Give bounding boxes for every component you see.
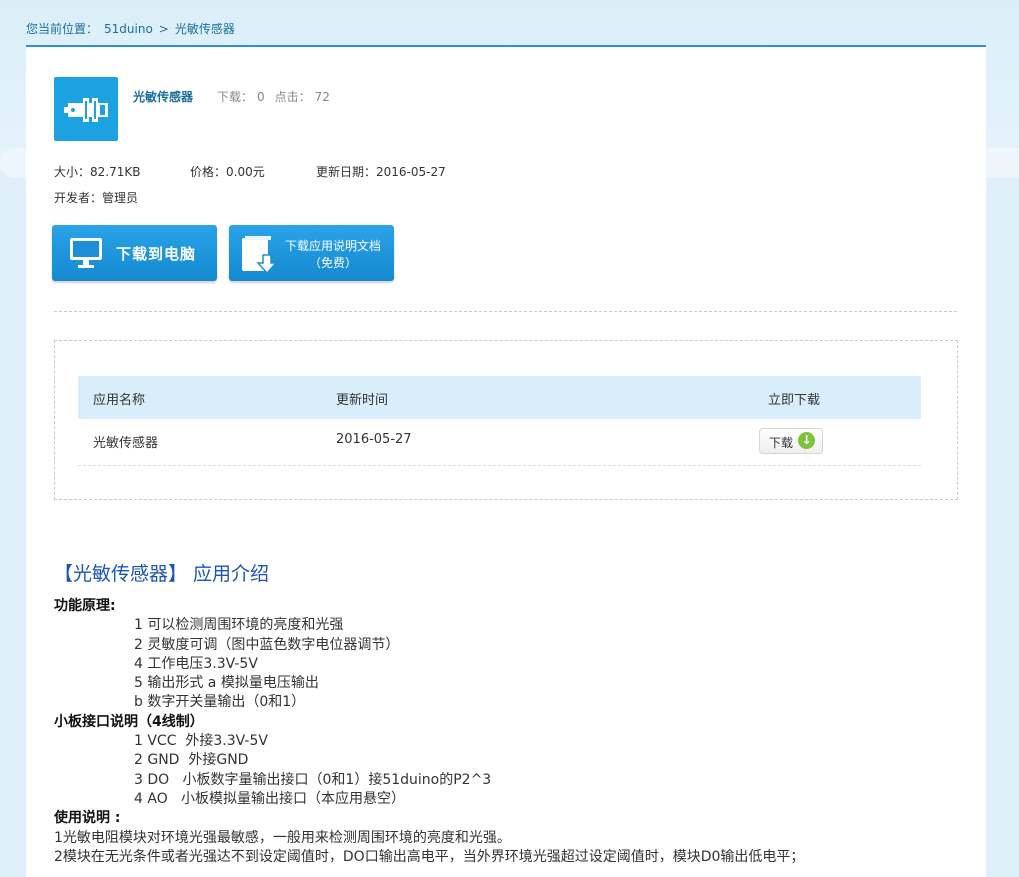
app-icon bbox=[54, 77, 118, 141]
interface-heading: 小板接口说明（4线制） bbox=[54, 713, 204, 730]
usage-line: 2模块在无光条件或者光强达不到设定阈值时，DO口输出高电平，当外界环境光强超过设… bbox=[54, 848, 805, 865]
breadcrumb-current-link[interactable]: 光敏传感器 bbox=[175, 22, 235, 36]
developer-info: 开发者：管理员 bbox=[54, 189, 138, 206]
principle-line: 4 工作电压3.3V-5V bbox=[134, 655, 258, 672]
interface-line: 4 AO 小板模拟量输出接口（本应用悬空） bbox=[134, 790, 406, 807]
breadcrumb-prefix: 您当前位置： bbox=[26, 22, 99, 36]
date-label: 更新日期： bbox=[316, 165, 377, 179]
developer-label: 开发者： bbox=[54, 191, 103, 205]
principle-line: 2 灵敏度可调（图中蓝色数字电位器调节） bbox=[134, 636, 400, 653]
breadcrumb: 您当前位置： 51duino > 光敏传感器 bbox=[26, 20, 241, 37]
usage-line: 1光敏电阻模块对环境光强最敏感，一般用来检测周围环境的亮度和光强。 bbox=[54, 829, 511, 846]
downloads-count: 0 bbox=[257, 90, 265, 104]
download-to-pc-label: 下载到电脑 bbox=[116, 245, 197, 263]
arrow-down-icon: ↓ bbox=[798, 432, 815, 449]
table-row: 光敏传感器 2016-05-27 下载 ↓ bbox=[78, 419, 921, 466]
principle-heading: 功能原理: bbox=[54, 598, 116, 614]
breadcrumb-separator: > bbox=[158, 22, 169, 36]
principle-line: b 数字开关量输出（0和1） bbox=[134, 694, 306, 711]
header-download-now: 立即下载 bbox=[768, 393, 821, 408]
app-title[interactable]: 光敏传感器 bbox=[133, 88, 193, 105]
intro-title: 【光敏传感器】 应用介绍 bbox=[54, 563, 270, 585]
monitor-icon bbox=[70, 238, 102, 268]
price-value: 0.00元 bbox=[226, 165, 265, 179]
header-update-time: 更新时间 bbox=[336, 393, 389, 408]
download-to-pc-button[interactable]: 下载到电脑 bbox=[52, 225, 217, 281]
date-value: 2016-05-27 bbox=[376, 165, 446, 179]
update-date-info: 更新日期：2016-05-27 bbox=[316, 163, 446, 180]
size-value: 82.71KB bbox=[90, 165, 141, 179]
downloads-label: 下载： bbox=[217, 90, 254, 104]
row-app-name: 光敏传感器 bbox=[93, 436, 159, 451]
principle-line: 5 输出形式 a 模拟量电压输出 bbox=[134, 675, 319, 692]
document-download-icon bbox=[242, 236, 278, 275]
header-app-name: 应用名称 bbox=[93, 393, 146, 408]
interface-line: 2 GND 外接GND bbox=[134, 752, 249, 769]
clicks-label: 点击： bbox=[274, 90, 311, 104]
table-header: 应用名称 更新时间 立即下载 bbox=[78, 376, 921, 419]
price-label: 价格： bbox=[190, 165, 227, 179]
divider bbox=[54, 311, 957, 312]
row-download-button[interactable]: 下载 ↓ bbox=[759, 428, 823, 454]
app-detail-panel: 光敏传感器 下载： 0 点击： 72 大小：82.71KB 价格：0.00元 更新日期… bbox=[26, 45, 986, 877]
price-info: 价格：0.00元 bbox=[190, 163, 265, 180]
size-info: 大小：82.71KB bbox=[54, 163, 140, 180]
download-doc-label-line2: （免费） bbox=[308, 256, 357, 270]
usage-heading: 使用说明 : bbox=[54, 810, 121, 827]
row-download-label: 下载 bbox=[769, 436, 794, 450]
developer-value: 管理员 bbox=[102, 191, 139, 205]
clicks-count: 72 bbox=[314, 90, 330, 104]
size-label: 大小： bbox=[54, 165, 91, 179]
row-update-time: 2016-05-27 bbox=[336, 432, 412, 447]
interface-line: 1 VCC 外接3.3V-5V bbox=[134, 733, 268, 750]
principle-line: 1 可以检测周围环境的亮度和光强 bbox=[134, 617, 344, 634]
download-list-box: 应用名称 更新时间 立即下载 光敏传感器 2016-05-27 下载 ↓ bbox=[54, 340, 958, 500]
download-doc-button[interactable]: 下载应用说明文档 （免费） bbox=[229, 225, 394, 281]
download-doc-label: 下载应用说明文档 （免费） bbox=[281, 238, 385, 272]
interface-line: 3 DO 小板数字量输出接口（0和1）接51duino的P2^3 bbox=[134, 771, 492, 788]
breadcrumb-home-link[interactable]: 51duino bbox=[104, 22, 153, 36]
sensor-board-icon bbox=[64, 98, 108, 122]
intro-content: 功能原理: 1 可以检测周围环境的亮度和光强 2 灵敏度可调（图中蓝色数字电位器… bbox=[54, 597, 994, 867]
download-doc-label-line1: 下载应用说明文档 bbox=[284, 239, 381, 253]
app-stats: 下载： 0 点击： 72 bbox=[217, 88, 334, 105]
